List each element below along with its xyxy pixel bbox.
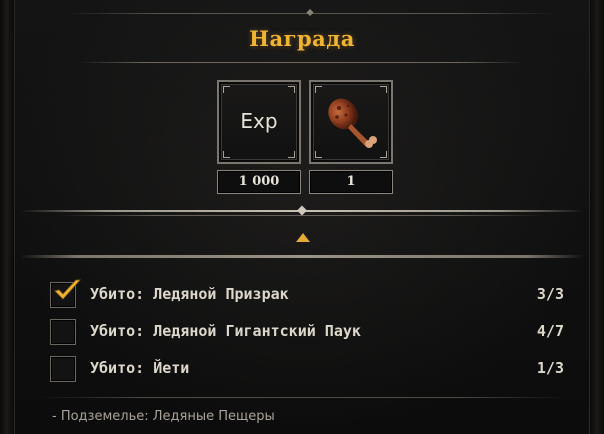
collapse-button[interactable] (293, 229, 313, 245)
section-divider (20, 205, 584, 218)
task-checkbox (50, 319, 76, 345)
task-label: Убито: Ледяной Призрак (90, 285, 289, 303)
exp-icon: Exp (240, 109, 278, 133)
bottom-divider (40, 397, 564, 398)
top-divider (65, 8, 555, 17)
tasks-divider (20, 255, 584, 258)
checkmark-icon (54, 279, 81, 300)
task-row: Убито: Ледяной Гигантский Паук 4/7 (50, 317, 570, 347)
task-row: Убито: Йети 1/3 (50, 354, 570, 384)
task-progress: 1/3 (536, 359, 564, 377)
panel-left-edge (0, 0, 15, 434)
meat-leg-icon (328, 98, 377, 148)
title-divider (80, 62, 525, 63)
reward-title: Награда (249, 26, 355, 51)
quest-location: - Подземелье: Ледяные Пещеры (52, 409, 275, 424)
task-progress: 4/7 (536, 322, 564, 340)
reward-slot-meat[interactable] (309, 80, 393, 164)
task-row: Убито: Ледяной Призрак 3/3 (50, 279, 570, 310)
panel-right-edge (589, 0, 604, 434)
task-label: Убито: Ледяной Гигантский Паук (90, 322, 361, 340)
task-label: Убито: Йети (90, 359, 190, 377)
task-checkbox (50, 356, 76, 382)
reward-count-exp: 1 000 (217, 170, 301, 194)
collapse-up-icon (296, 233, 310, 242)
reward-slot-exp[interactable]: Exp (217, 80, 301, 164)
quest-panel: Награда Exp 1 000 1 Убито: Ледяной Призр… (0, 0, 604, 434)
task-progress: 3/3 (536, 285, 564, 303)
reward-count-meat: 1 (309, 170, 393, 194)
